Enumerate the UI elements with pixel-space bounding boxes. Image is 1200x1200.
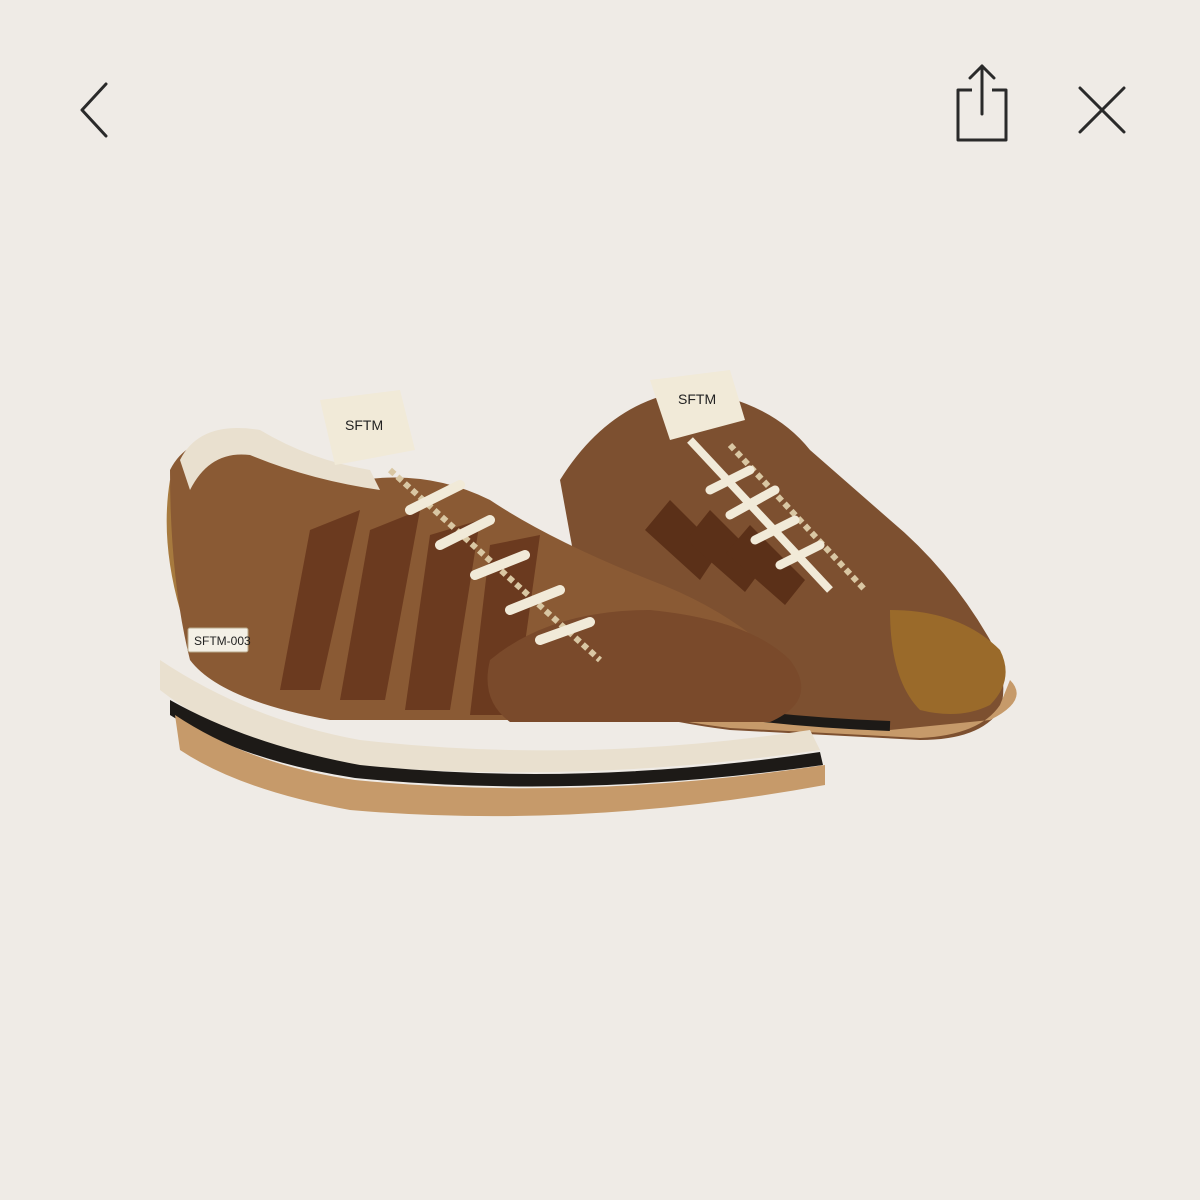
back-button[interactable] <box>56 70 136 150</box>
front-tongue-tag: SFTM <box>345 417 383 433</box>
product-image: SFTM SFTM-003 SFTM <box>130 360 1070 840</box>
side-tag: SFTM-003 <box>194 634 251 648</box>
sneaker-pair-illustration: SFTM SFTM-003 SFTM <box>160 370 1017 817</box>
close-icon <box>1078 86 1126 134</box>
back-tongue-tag: SFTM <box>678 391 716 407</box>
chevron-left-icon <box>80 82 108 138</box>
close-button[interactable] <box>1062 70 1142 150</box>
share-icon <box>956 64 1008 142</box>
viewer-toolbar <box>0 0 1200 220</box>
image-viewer: SFTM SFTM-003 SFTM <box>0 0 1200 1200</box>
share-button[interactable] <box>942 64 1022 144</box>
